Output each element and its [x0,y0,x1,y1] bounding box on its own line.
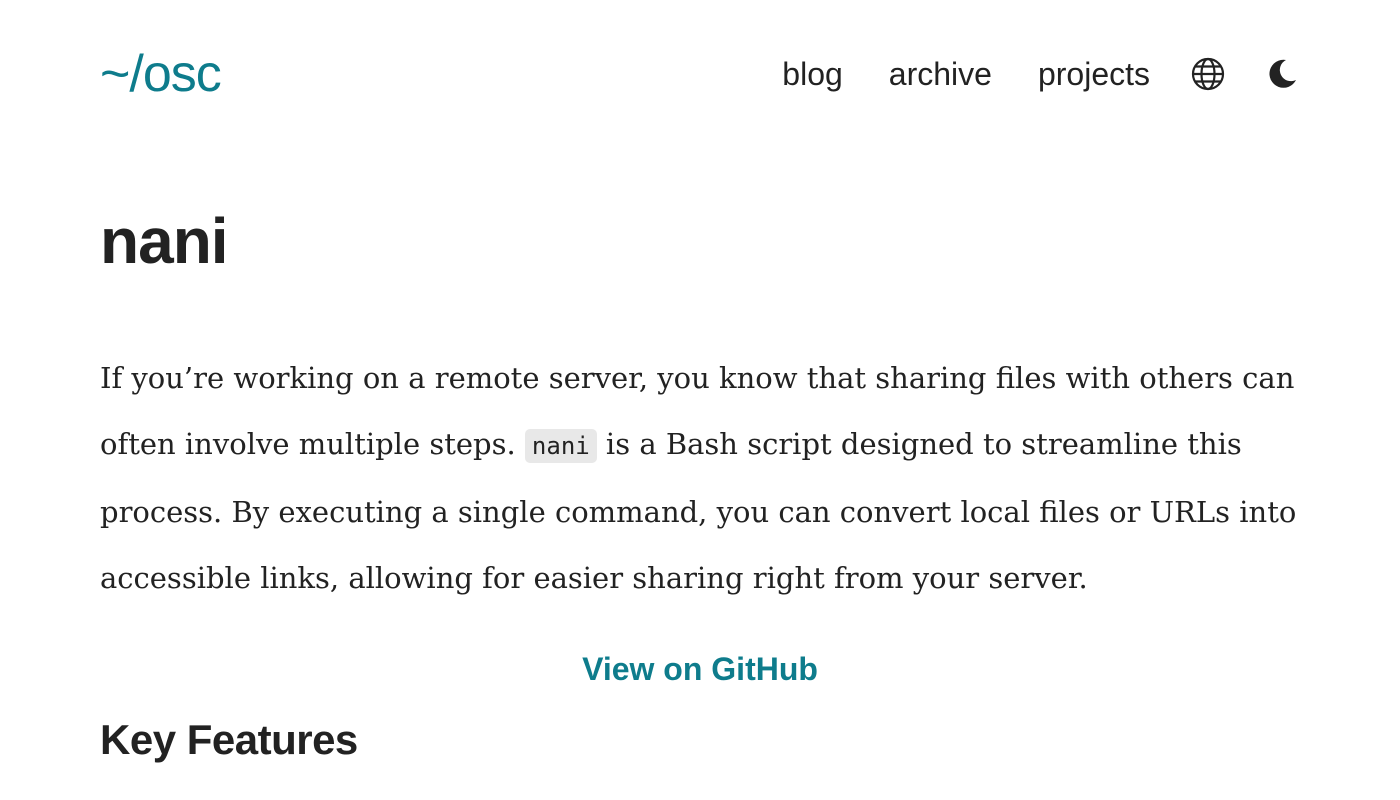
github-link-row: View on GitHub [100,651,1300,711]
nav-link-archive[interactable]: archive [889,58,992,90]
main-content: nani If you’re working on a remote serve… [100,200,1300,766]
intro-paragraph: If you’re working on a remote server, yo… [100,345,1300,611]
page-title: nani [100,205,229,277]
nav-link-projects[interactable]: projects [1038,58,1150,90]
globe-icon[interactable] [1190,56,1226,92]
nav-link-blog[interactable]: blog [782,58,843,90]
inline-code: nani [524,429,597,464]
moon-icon[interactable] [1264,56,1300,92]
section-heading-key-features: Key Features [100,716,358,764]
site-header: ~/osc blog archive projects [100,38,1300,110]
view-on-github-link[interactable]: View on GitHub [582,651,818,687]
nav-icon-group [1190,56,1300,92]
site-logo[interactable]: ~/osc [100,48,222,100]
main-nav: blog archive projects [782,56,1300,92]
